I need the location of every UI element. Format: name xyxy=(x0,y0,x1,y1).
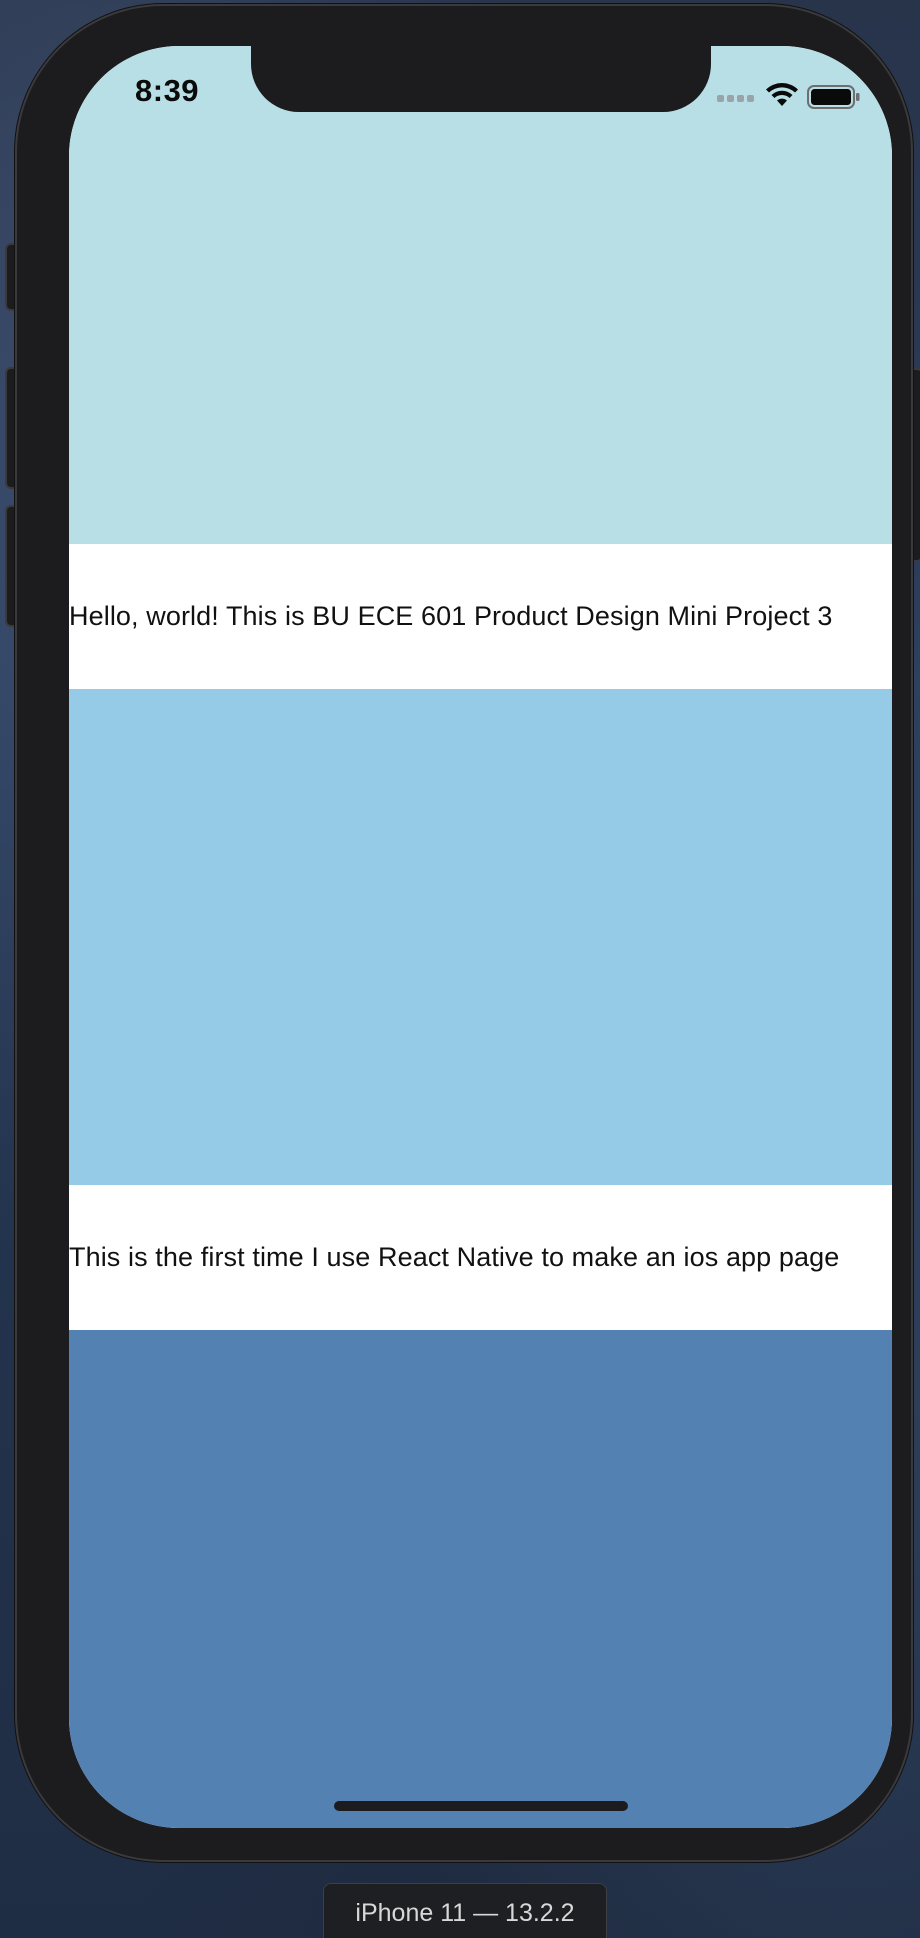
cellular-signal-icon xyxy=(717,95,754,102)
color-block-3 xyxy=(69,1330,892,1828)
simulator-device-frame: Hello, world! This is BU ECE 601 Product… xyxy=(15,4,913,1862)
device-name-label: iPhone 11 — 13.2.2 xyxy=(323,1883,607,1938)
status-bar-time: 8:39 xyxy=(135,73,200,108)
text-row-1: Hello, world! This is BU ECE 601 Product… xyxy=(69,544,892,689)
color-block-2 xyxy=(69,689,892,1185)
react-native-text: This is the first time I use React Nativ… xyxy=(69,1242,840,1272)
color-block-1 xyxy=(69,46,892,544)
home-indicator[interactable] xyxy=(334,1801,628,1811)
hello-text: Hello, world! This is BU ECE 601 Product… xyxy=(69,601,833,631)
wifi-icon xyxy=(766,83,798,106)
device-screen: Hello, world! This is BU ECE 601 Product… xyxy=(69,46,892,1828)
battery-icon xyxy=(807,85,860,109)
notch xyxy=(251,46,711,112)
text-row-2: This is the first time I use React Nativ… xyxy=(69,1185,892,1330)
